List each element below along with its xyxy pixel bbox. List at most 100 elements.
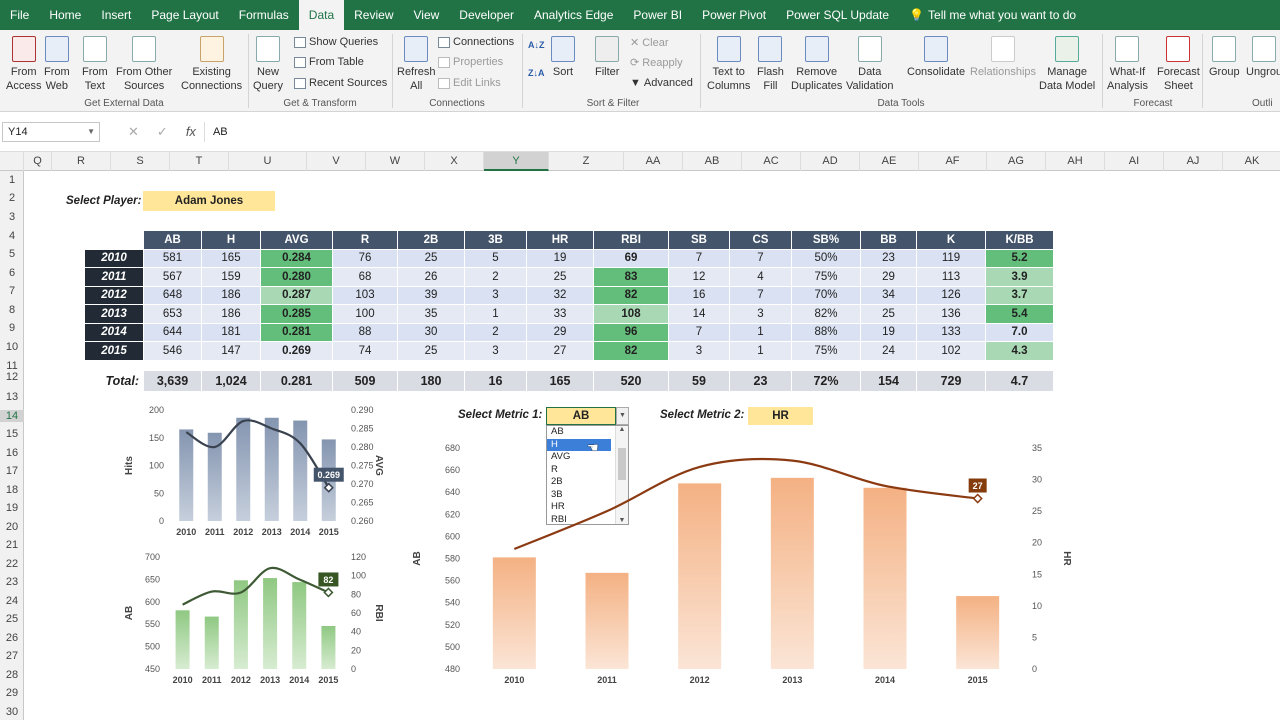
row-header-21[interactable]: 21 xyxy=(0,539,24,551)
table-cell[interactable]: 14 xyxy=(668,304,730,324)
row-header-25[interactable]: 25 xyxy=(0,613,24,625)
total-cell[interactable]: 0.281 xyxy=(260,369,333,392)
column-header-ac[interactable]: AC xyxy=(742,152,801,171)
table-cell[interactable]: 3.7 xyxy=(985,285,1054,305)
tab-insert[interactable]: Insert xyxy=(91,0,141,30)
row-header-14[interactable]: 14 xyxy=(0,410,24,422)
table-cell[interactable]: 25 xyxy=(397,248,465,268)
bar-2014[interactable] xyxy=(292,582,307,669)
column-header-aa[interactable]: AA xyxy=(624,152,683,171)
column-header-ak[interactable]: AK xyxy=(1223,152,1280,171)
bar-2012[interactable] xyxy=(236,417,251,521)
row-header-17[interactable]: 17 xyxy=(0,465,24,477)
row-header-9[interactable]: 9 xyxy=(0,322,24,334)
table-cell[interactable]: 35 xyxy=(397,304,465,324)
bar-2013[interactable] xyxy=(264,417,279,521)
row-header-23[interactable]: 23 xyxy=(0,576,24,588)
table-cell[interactable]: 119 xyxy=(916,248,986,268)
row-header-28[interactable]: 28 xyxy=(0,669,24,681)
table-cell[interactable]: 88 xyxy=(332,322,398,342)
from-text-button[interactable]: From Text xyxy=(82,36,108,93)
table-cell[interactable]: 5.4 xyxy=(985,304,1054,324)
row-header-4[interactable]: 4 xyxy=(0,230,24,242)
text-to-columns-button[interactable]: Text to Columns xyxy=(707,36,750,93)
table-cell[interactable]: 24 xyxy=(860,341,917,361)
tab-power-bi[interactable]: Power BI xyxy=(623,0,692,30)
table-cell[interactable]: 32 xyxy=(526,285,594,305)
tab-formulas[interactable]: Formulas xyxy=(229,0,299,30)
column-header-ab[interactable]: AB xyxy=(683,152,742,171)
table-cell[interactable]: 3 xyxy=(729,304,792,324)
row-header-29[interactable]: 29 xyxy=(0,687,24,699)
insert-function-icon[interactable]: fx xyxy=(186,124,196,139)
table-cell[interactable]: 2 xyxy=(464,322,527,342)
total-cell[interactable]: 72% xyxy=(791,369,861,392)
metric-2-select[interactable]: HR xyxy=(748,407,813,425)
metric-1-select[interactable]: AB xyxy=(546,407,616,425)
row-header-16[interactable]: 16 xyxy=(0,447,24,459)
column-header-u[interactable]: U xyxy=(229,152,307,171)
bar-2010[interactable] xyxy=(175,610,190,669)
bar-2011[interactable] xyxy=(585,572,629,669)
table-cell[interactable]: 100 xyxy=(332,304,398,324)
bar-2013[interactable] xyxy=(263,578,278,669)
from-table-button[interactable]: From Table xyxy=(294,56,364,68)
properties-button[interactable]: Properties xyxy=(438,56,503,68)
existing-connections-button[interactable]: Existing Connections xyxy=(181,36,242,93)
table-cell[interactable]: 29 xyxy=(860,267,917,287)
table-cell[interactable]: 103 xyxy=(332,285,398,305)
connections-button[interactable]: Connections xyxy=(438,36,514,48)
table-cell[interactable]: 4.3 xyxy=(985,341,1054,361)
table-cell[interactable]: 68 xyxy=(332,267,398,287)
data-validation-button[interactable]: Data Validation xyxy=(846,36,894,93)
table-cell[interactable]: 3 xyxy=(668,341,730,361)
row-header-2[interactable]: 2 xyxy=(0,192,24,204)
table-cell[interactable]: 7 xyxy=(668,322,730,342)
table-cell[interactable]: 136 xyxy=(916,304,986,324)
table-cell[interactable]: 74 xyxy=(332,341,398,361)
table-cell[interactable]: 3 xyxy=(464,285,527,305)
row-header-10[interactable]: 10 xyxy=(0,341,24,353)
tab-developer[interactable]: Developer xyxy=(449,0,524,30)
table-cell[interactable]: 581 xyxy=(143,248,202,268)
total-cell[interactable]: 520 xyxy=(593,369,669,392)
table-cell[interactable]: 69 xyxy=(593,248,669,268)
table-cell[interactable]: 0.285 xyxy=(260,304,333,324)
table-cell[interactable]: 26 xyxy=(397,267,465,287)
table-cell[interactable]: 34 xyxy=(860,285,917,305)
tab-power-sql-update[interactable]: Power SQL Update xyxy=(776,0,899,30)
column-header-af[interactable]: AF xyxy=(919,152,987,171)
table-cell[interactable]: 546 xyxy=(143,341,202,361)
row-header-24[interactable]: 24 xyxy=(0,595,24,607)
bar-2011[interactable] xyxy=(204,616,219,669)
total-cell[interactable]: 154 xyxy=(860,369,917,392)
bar-2015[interactable] xyxy=(956,596,1000,669)
formula-input[interactable]: AB xyxy=(203,122,1280,142)
table-cell[interactable]: 5 xyxy=(464,248,527,268)
select-all-corner[interactable] xyxy=(0,152,24,171)
table-cell[interactable]: 7.0 xyxy=(985,322,1054,342)
show-queries-button[interactable]: Show Queries xyxy=(294,36,378,48)
column-header-w[interactable]: W xyxy=(366,152,425,171)
column-header-v[interactable]: V xyxy=(307,152,366,171)
from-access-button[interactable]: From Access xyxy=(6,36,41,93)
relationships-button[interactable]: Relationships xyxy=(970,36,1036,79)
total-cell[interactable]: 729 xyxy=(916,369,986,392)
table-cell[interactable]: 16 xyxy=(668,285,730,305)
table-cell[interactable]: 76 xyxy=(332,248,398,268)
table-cell[interactable]: 1 xyxy=(464,304,527,324)
forecast-sheet-button[interactable]: Forecast Sheet xyxy=(1157,36,1200,93)
row-header-7[interactable]: 7 xyxy=(0,285,24,297)
table-cell[interactable]: 3 xyxy=(464,341,527,361)
table-cell[interactable]: 19 xyxy=(860,322,917,342)
tab-power-pivot[interactable]: Power Pivot xyxy=(692,0,776,30)
edit-links-button[interactable]: Edit Links xyxy=(438,77,501,89)
tab-analytics-edge[interactable]: Analytics Edge xyxy=(524,0,623,30)
table-cell[interactable]: 648 xyxy=(143,285,202,305)
column-header-t[interactable]: T xyxy=(170,152,229,171)
row-header-19[interactable]: 19 xyxy=(0,502,24,514)
table-cell[interactable]: 0.281 xyxy=(260,322,333,342)
total-cell[interactable]: 165 xyxy=(526,369,594,392)
table-cell[interactable]: 1 xyxy=(729,322,792,342)
total-cell[interactable]: 23 xyxy=(729,369,792,392)
